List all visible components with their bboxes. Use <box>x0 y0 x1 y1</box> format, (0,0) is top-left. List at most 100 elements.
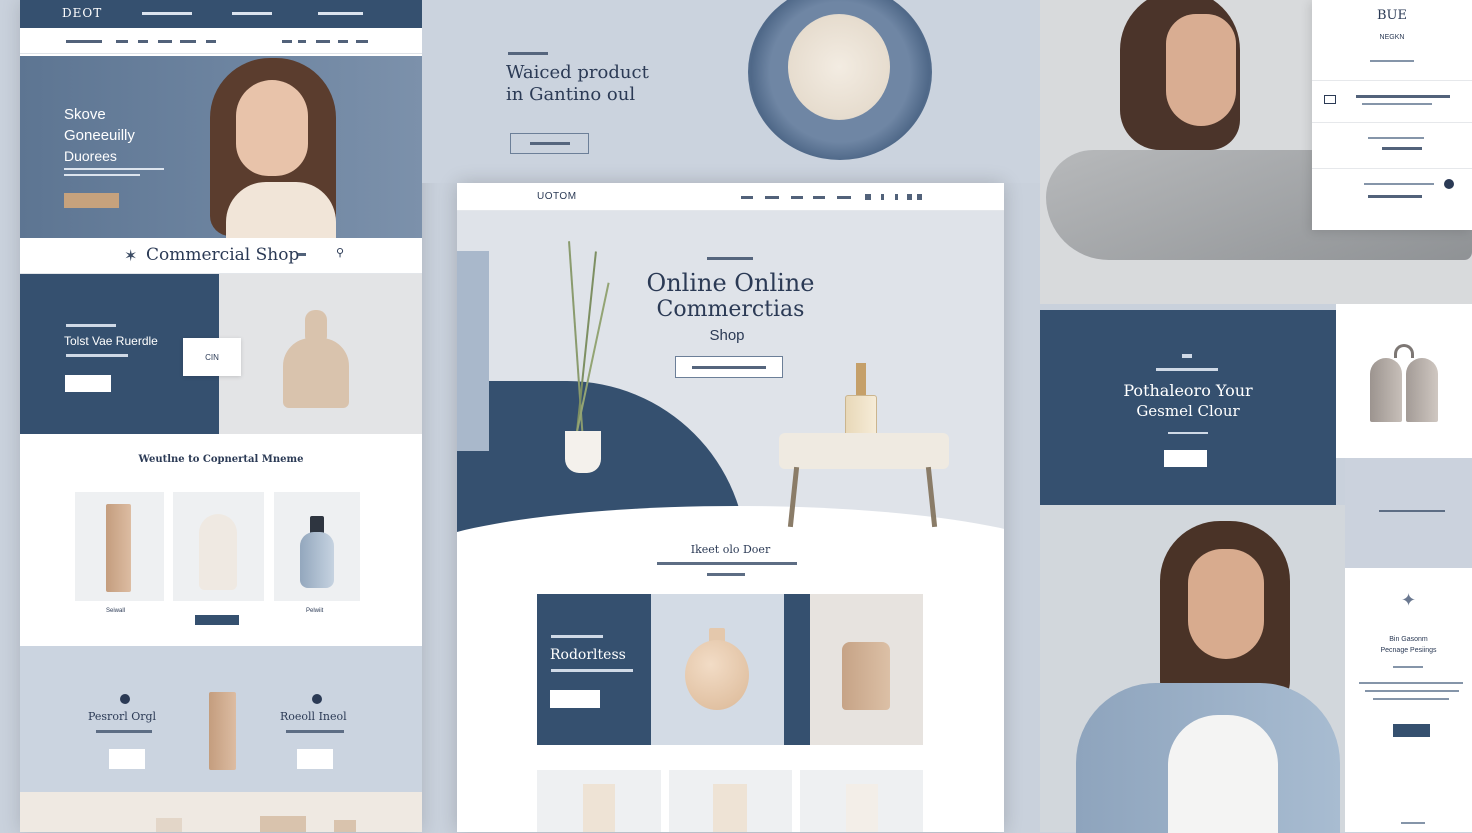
promo-card-label: CIN <box>205 352 219 362</box>
search-icon[interactable]: ⚲ <box>336 246 344 259</box>
right-side-strip: ✦ Bin Gasonm Pecnage Pesiings <box>1345 458 1472 832</box>
left-nav-item[interactable] <box>116 40 128 43</box>
right-info-row[interactable] <box>1312 80 1472 120</box>
hero-subtext <box>64 168 164 170</box>
left-nav-item[interactable] <box>180 40 196 43</box>
left-topbar-link[interactable] <box>142 12 192 15</box>
promo-shop-button[interactable] <box>65 375 111 392</box>
side-button[interactable] <box>1393 724 1430 737</box>
left-hero: Skove Goneeuilly Duorees <box>20 56 422 238</box>
hero-portrait <box>190 56 370 238</box>
cart-icon[interactable] <box>907 194 912 200</box>
right-brand-line <box>1370 60 1414 62</box>
center-nav-item[interactable] <box>765 196 779 199</box>
bullet-icon <box>312 694 322 704</box>
feature-image-2 <box>810 594 923 745</box>
perfume-icon <box>845 363 877 441</box>
left-brand: DEOT <box>62 6 103 20</box>
feature-title: Rodorltess <box>550 647 626 663</box>
bottom-right-subtext <box>286 730 344 733</box>
left-nav-item[interactable] <box>66 40 102 43</box>
bottom-left-button[interactable] <box>109 749 145 769</box>
center-nav-item[interactable] <box>791 196 803 199</box>
center-nav-item[interactable] <box>837 196 851 199</box>
left-nav-item[interactable] <box>138 40 148 43</box>
product-thumb <box>334 820 356 832</box>
product-card[interactable] <box>75 492 164 601</box>
center-hero-button[interactable] <box>510 133 589 154</box>
left-nav-item[interactable] <box>206 40 216 43</box>
product-label: Seiwall <box>106 608 126 614</box>
product-card[interactable] <box>274 492 360 601</box>
arrow-icon[interactable] <box>1444 179 1454 189</box>
model-face <box>1188 549 1264 659</box>
promo-overline <box>1156 368 1218 371</box>
cup-icon <box>842 642 890 710</box>
promo-subtext <box>1168 432 1208 434</box>
hero-subtext <box>64 174 140 176</box>
bottom-right-title: Roeoll Ineol <box>280 710 347 723</box>
left-nav-item[interactable] <box>316 40 330 43</box>
side-line-2: Pecnage Pesiings <box>1380 647 1437 654</box>
left-footer-strip <box>20 792 422 832</box>
wishlist-icon[interactable] <box>895 194 898 200</box>
center-nav-item[interactable] <box>813 196 825 199</box>
product-label: Pelwiit <box>306 608 324 614</box>
bottom-left-subtext <box>96 730 152 733</box>
feature-subtext <box>551 669 633 672</box>
product-card[interactable] <box>537 770 661 832</box>
promo-ornament <box>1182 354 1192 358</box>
hero-cta-button[interactable] <box>64 193 119 208</box>
left-featured: Weutlne to Copnertal Mneme Seiwall Pelwi… <box>20 434 422 646</box>
star-icon: ✦ <box>1401 590 1417 610</box>
feature-text-panel: Rodorltess <box>537 594 651 745</box>
account-icon[interactable] <box>881 194 884 200</box>
hero-line-1: Skove <box>64 106 106 123</box>
left-bottom-section: Pesrorl Orgl Roeoll Ineol <box>20 646 422 792</box>
right-lower-photo <box>1040 505 1345 833</box>
left-nav-item[interactable] <box>298 40 306 43</box>
left-nav-item[interactable] <box>158 40 172 43</box>
left-topbar-link[interactable] <box>232 12 272 15</box>
center-hero-line-2: in Gantino oul <box>506 84 636 105</box>
right-promo: Pothaleoro Your Gesmel Clour <box>1040 310 1336 505</box>
feature-shop-button[interactable] <box>550 690 600 708</box>
box-icon <box>1324 95 1336 104</box>
right-brand-sub: NEGKN <box>1379 34 1405 41</box>
left-nav-item[interactable] <box>356 40 368 43</box>
shop-link[interactable] <box>298 253 306 256</box>
right-brand: BUE <box>1377 8 1407 23</box>
right-bell-tile <box>1336 304 1472 458</box>
promo-card[interactable]: CIN <box>183 338 241 376</box>
bottle-icon <box>199 514 237 590</box>
model-face <box>1166 14 1236 126</box>
search-icon[interactable] <box>865 194 871 200</box>
product-card[interactable] <box>800 770 923 832</box>
new-section-subtext <box>707 573 745 576</box>
center-nav-item[interactable] <box>741 196 753 199</box>
featured-button[interactable] <box>195 615 239 625</box>
center-hero-title-3: Shop <box>709 327 745 344</box>
bullet-icon <box>120 694 130 704</box>
model-top <box>1168 715 1278 833</box>
left-topbar-link[interactable] <box>318 12 363 15</box>
new-section-title: Ikeet olo Doer <box>690 543 771 556</box>
left-page: DEOT Skove Goneeuilly Duorees ✶ Commerci… <box>20 0 422 832</box>
feature-overline <box>551 635 603 638</box>
right-info-row[interactable] <box>1312 122 1472 166</box>
right-info-card: BUE NEGKN <box>1312 0 1472 230</box>
left-nav-item[interactable] <box>338 40 348 43</box>
right-promo-button[interactable] <box>1164 450 1207 467</box>
product-card[interactable] <box>173 492 264 601</box>
cup-icon <box>713 784 747 832</box>
right-info-row[interactable] <box>1312 168 1472 228</box>
hero-line-3: Duorees <box>64 148 117 164</box>
tube-icon <box>106 504 131 592</box>
product-card[interactable] <box>669 770 792 832</box>
side-footer <box>1401 822 1425 824</box>
menu-icon[interactable] <box>917 194 922 200</box>
left-nav-item[interactable] <box>282 40 292 43</box>
center-hero-shop-button[interactable] <box>675 356 783 378</box>
bottom-right-button[interactable] <box>297 749 333 769</box>
shop-title: Commercial Shop <box>146 245 300 265</box>
